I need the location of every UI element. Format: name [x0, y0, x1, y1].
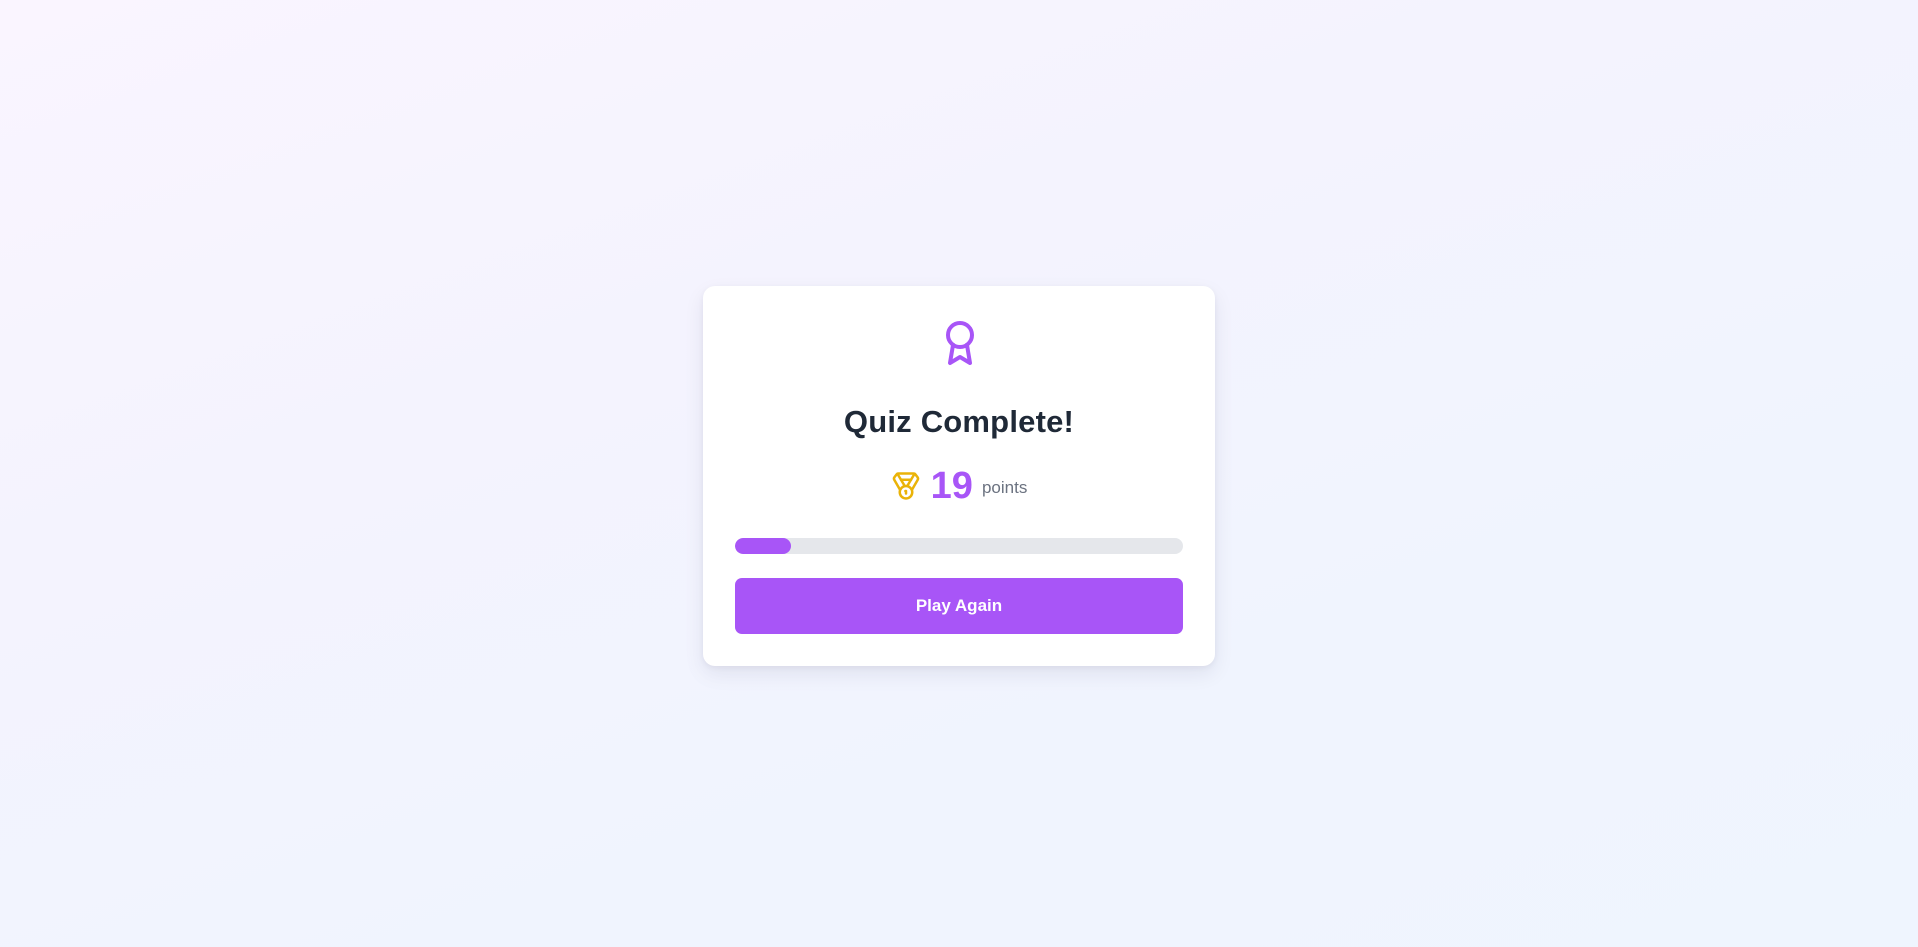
- score-display: 19 points: [703, 464, 1215, 508]
- progress-bar: [735, 538, 1183, 554]
- progress-bar-fill: [735, 538, 792, 554]
- medal-icon: [892, 472, 919, 500]
- play-again-button[interactable]: Play Again: [735, 578, 1183, 634]
- score-unit: points: [981, 478, 1028, 497]
- score-value: 19: [930, 464, 973, 507]
- award-ribbon-icon: [946, 321, 974, 365]
- quiz-complete-title: Quiz Complete!: [843, 404, 1075, 439]
- result-card: Quiz Complete! 19 points Play Again: [703, 286, 1215, 666]
